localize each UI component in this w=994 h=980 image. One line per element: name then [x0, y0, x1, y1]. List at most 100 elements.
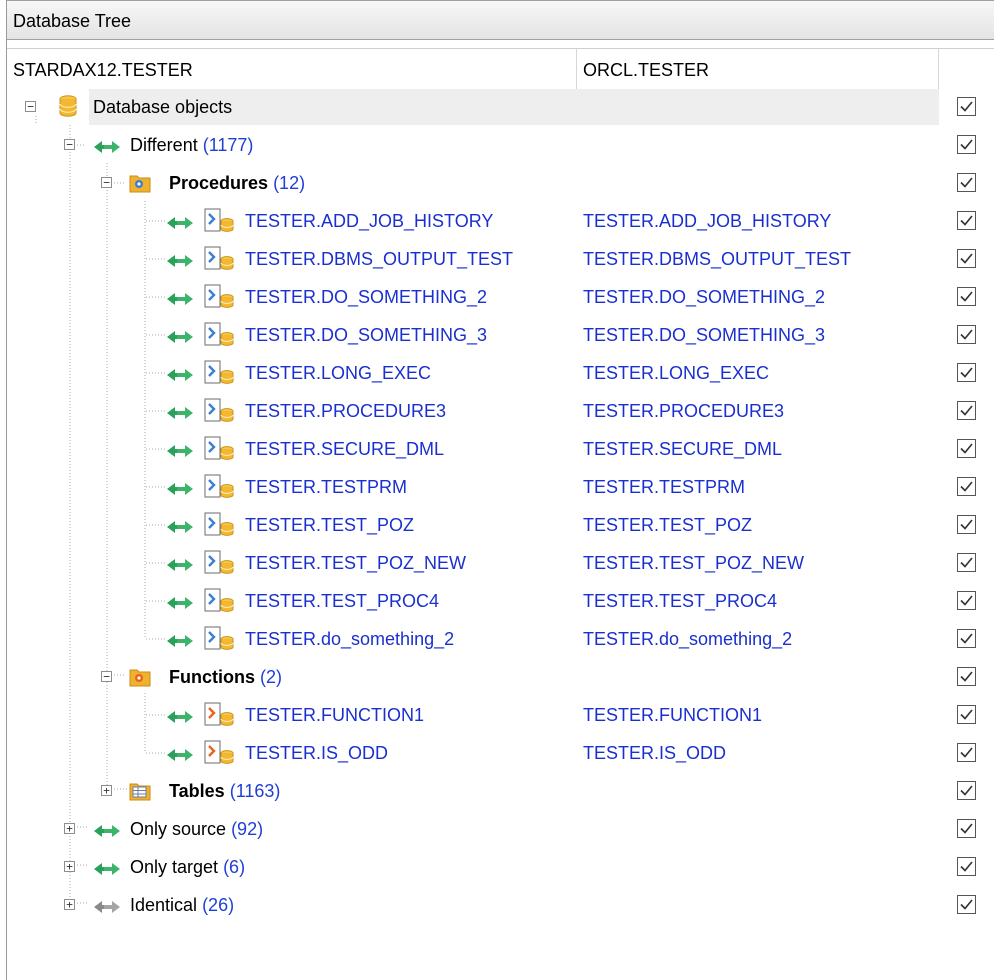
collapse-toggle[interactable]: −: [64, 139, 75, 150]
node-tables[interactable]: + Tables (1163): [7, 772, 994, 810]
procedure-item-checkbox[interactable]: [957, 211, 976, 230]
procedure-item-label: TESTER.PROCEDURE3: [245, 392, 446, 430]
procedure-item-checkbox[interactable]: [957, 553, 976, 572]
procedure-item[interactable]: TESTER.TEST_POZ TESTER.TEST_POZ: [7, 506, 994, 544]
function-item-checkbox[interactable]: [957, 705, 976, 724]
function-item[interactable]: TESTER.IS_ODD TESTER.IS_ODD: [7, 734, 994, 772]
procedure-item-checkbox[interactable]: [957, 629, 976, 648]
procedure-item-checkbox[interactable]: [957, 477, 976, 496]
target-object-name: TESTER.DO_SOMETHING_3: [583, 325, 826, 345]
diff-arrows-icon: [165, 290, 195, 311]
diff-arrows-icon: [165, 708, 195, 729]
diff-arrows-icon: [165, 518, 195, 539]
procedure-item[interactable]: TESTER.DO_SOMETHING_2 TESTER.DO_SOMETHING…: [7, 278, 994, 316]
target-object-name: TESTER.ADD_JOB_HISTORY: [583, 211, 832, 231]
node-name: TESTER.PROCEDURE3: [245, 401, 447, 421]
node-name: Database objects: [93, 97, 233, 117]
procedure-item[interactable]: TESTER.TEST_POZ_NEW TESTER.TEST_POZ_NEW: [7, 544, 994, 582]
procedure-item[interactable]: TESTER.TESTPRM TESTER.TESTPRM: [7, 468, 994, 506]
procedure-icon: [204, 626, 236, 657]
node-identical[interactable]: + Identical (26): [7, 886, 994, 924]
node-database-objects[interactable]: − Database objects: [7, 88, 994, 126]
collapse-toggle[interactable]: −: [101, 177, 112, 188]
node-name: TESTER.FUNCTION1: [245, 705, 425, 725]
node-name: Functions: [169, 667, 255, 687]
node-procedures-label: Procedures (12): [169, 164, 305, 202]
diff-arrows-icon: [165, 328, 195, 349]
function-item[interactable]: TESTER.FUNCTION1 TESTER.FUNCTION1: [7, 696, 994, 734]
node-procedures-checkbox[interactable]: [957, 173, 976, 192]
target-object-name: TESTER.DBMS_OUTPUT_TEST: [583, 249, 852, 269]
expand-toggle[interactable]: +: [64, 823, 75, 834]
procedure-item-checkbox[interactable]: [957, 249, 976, 268]
node-name: TESTER.TESTPRM: [245, 477, 408, 497]
expand-toggle[interactable]: +: [64, 899, 75, 910]
node-database-objects-checkbox[interactable]: [957, 97, 976, 116]
procedure-item-label: TESTER.TEST_POZ_NEW: [245, 544, 466, 582]
procedure-item-checkbox[interactable]: [957, 439, 976, 458]
node-name: TESTER.TEST_POZ: [245, 515, 415, 535]
procedure-item-checkbox[interactable]: [957, 325, 976, 344]
node-only-target-checkbox[interactable]: [957, 857, 976, 876]
node-functions[interactable]: − Functions (2): [7, 658, 994, 696]
procedure-item-checkbox[interactable]: [957, 287, 976, 306]
node-name: TESTER.do_something_2: [245, 629, 455, 649]
node-only-source-label: Only source (92): [130, 810, 263, 848]
procedure-item[interactable]: TESTER.PROCEDURE3 TESTER.PROCEDURE3: [7, 392, 994, 430]
procedure-icon: [204, 398, 236, 429]
node-only-target-label: Only target (6): [130, 848, 245, 886]
node-different-checkbox[interactable]: [957, 135, 976, 154]
procedure-item[interactable]: TESTER.LONG_EXEC TESTER.LONG_EXEC: [7, 354, 994, 392]
procedure-item-label: TESTER.DBMS_OUTPUT_TEST: [245, 240, 513, 278]
procedure-item[interactable]: TESTER.do_something_2 TESTER.do_something…: [7, 620, 994, 658]
procedure-item[interactable]: TESTER.ADD_JOB_HISTORY TESTER.ADD_JOB_HIS…: [7, 202, 994, 240]
procedure-icon: [204, 436, 236, 467]
target-object-name: TESTER.DO_SOMETHING_2: [583, 287, 826, 307]
diff-arrows-icon: [165, 366, 195, 387]
collapse-toggle[interactable]: −: [25, 101, 36, 112]
procedure-item[interactable]: TESTER.DO_SOMETHING_3 TESTER.DO_SOMETHING…: [7, 316, 994, 354]
node-name: Only source: [130, 819, 227, 839]
node-procedures[interactable]: − Procedures (12): [7, 164, 994, 202]
procedure-item-checkbox[interactable]: [957, 515, 976, 534]
node-only-target[interactable]: + Only target (6): [7, 848, 994, 886]
node-name: Different: [130, 135, 198, 155]
procedure-item-checkbox[interactable]: [957, 591, 976, 610]
procedure-item[interactable]: TESTER.TEST_PROC4 TESTER.TEST_PROC4: [7, 582, 994, 620]
target-column-header[interactable]: ORCL.TESTER: [577, 49, 939, 91]
node-only-source[interactable]: + Only source (92): [7, 810, 994, 848]
target-object-name: TESTER.TEST_POZ_NEW: [583, 553, 805, 573]
function-folder-icon: [129, 667, 151, 692]
target-object-name: TESTER.TEST_POZ: [583, 515, 753, 535]
collapse-toggle[interactable]: −: [101, 671, 112, 682]
node-functions-label: Functions (2): [169, 658, 282, 696]
procedure-item[interactable]: TESTER.DBMS_OUTPUT_TEST TESTER.DBMS_OUTPU…: [7, 240, 994, 278]
database-tree-panel: Database Tree STARDAX12.TESTER ORCL.TEST…: [6, 0, 994, 980]
expand-toggle[interactable]: +: [101, 785, 112, 796]
diff-arrows-icon: [165, 214, 195, 235]
function-item-label: TESTER.FUNCTION1: [245, 696, 424, 734]
function-icon: [204, 740, 236, 771]
procedure-item-checkbox[interactable]: [957, 401, 976, 420]
procedure-icon: [204, 550, 236, 581]
function-item-checkbox[interactable]: [957, 743, 976, 762]
diff-arrows-icon: [165, 594, 195, 615]
procedure-item-checkbox[interactable]: [957, 363, 976, 382]
procedure-item[interactable]: TESTER.SECURE_DML TESTER.SECURE_DML: [7, 430, 994, 468]
node-name: TESTER.ADD_JOB_HISTORY: [245, 211, 494, 231]
diff-arrows-icon: [165, 632, 195, 653]
node-identical-checkbox[interactable]: [957, 895, 976, 914]
procedure-item-label: TESTER.DO_SOMETHING_2: [245, 278, 487, 316]
node-only-source-checkbox[interactable]: [957, 819, 976, 838]
source-column-header[interactable]: STARDAX12.TESTER: [7, 49, 577, 91]
procedure-icon: [204, 474, 236, 505]
node-functions-checkbox[interactable]: [957, 667, 976, 686]
node-different[interactable]: − Different (1177): [7, 126, 994, 164]
node-tables-checkbox[interactable]: [957, 781, 976, 800]
expand-toggle[interactable]: +: [64, 861, 75, 872]
procedure-item-label: TESTER.TEST_PROC4: [245, 582, 439, 620]
identical-arrows-icon: [92, 898, 122, 919]
procedure-item-label: TESTER.LONG_EXEC: [245, 354, 431, 392]
node-count: (1163): [229, 781, 281, 801]
procedure-item-label: TESTER.ADD_JOB_HISTORY: [245, 202, 493, 240]
